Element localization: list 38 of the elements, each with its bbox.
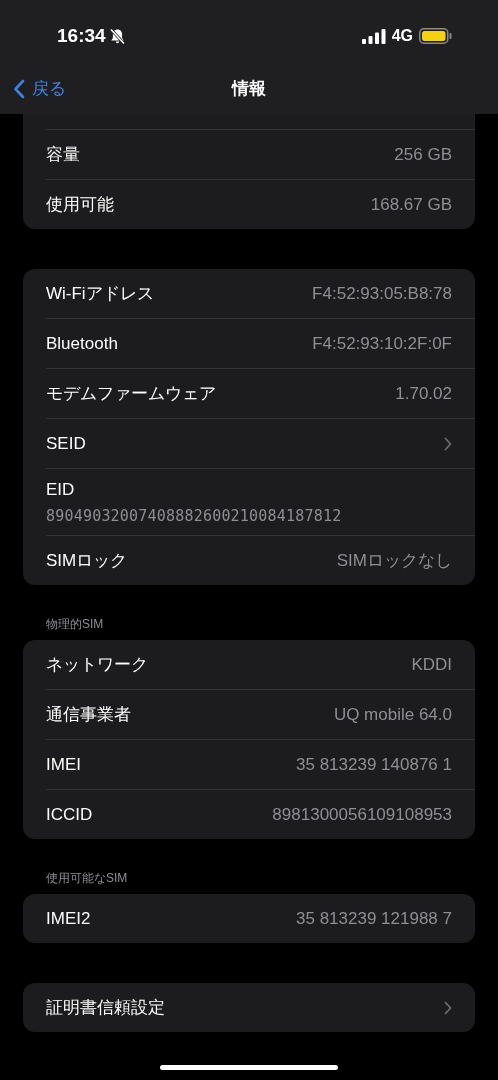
signal-icon [361,28,386,44]
row-label: 容量 [46,143,80,166]
row-value: 256 GB [394,143,452,166]
row-label: EID [46,479,76,501]
section-header: 使用可能なSIM [45,870,129,887]
row-value: 35 813239 121988 7 [296,907,452,930]
row-label: IMEI [46,753,81,776]
row-value: 168.67 GB [370,193,452,216]
page-title: 情報 [232,78,266,101]
row-value: SIMロックなし [336,549,452,572]
status-time: 16:34 [57,23,106,48]
row-label: Wi-Fiアドレス [46,282,154,305]
settings-row[interactable]: 証明書信頼設定 [46,983,475,1032]
row-value: 1.70.02 [395,382,452,405]
network-type: 4G [391,26,413,46]
row-value: 35 813239 140876 1 [296,753,452,776]
chevron-left-icon [13,78,25,99]
row-value: 89049032007408882600210084187812 [46,505,343,527]
row-value: KDDI [411,653,452,676]
row-value: F4:52:93:10:2F:0F [312,332,452,355]
row-label: SIMロック [46,549,128,572]
row-label: Bluetooth [46,332,118,355]
section-header: 物理的SIM [45,616,105,633]
row-label: IMEI2 [46,907,91,930]
bell-slash-icon [108,27,126,45]
row-label: モデムファームウェア [46,382,216,405]
row-label: 通信事業者 [46,703,131,726]
row-value: 8981300056109108953 [272,803,452,826]
back-button[interactable]: 戻る [13,76,66,102]
chevron-right-icon [444,436,452,451]
row-value: UQ mobile 64.0 [333,703,452,726]
battery-icon [419,28,452,44]
chevron-right-icon [444,1000,452,1015]
settings-row[interactable]: SEID [46,419,475,468]
row-value: F4:52:93:05:B8:78 [312,282,452,305]
row-label: ICCID [46,803,93,826]
row-label: 使用可能 [46,193,114,216]
row-label: ネットワーク [46,653,148,676]
